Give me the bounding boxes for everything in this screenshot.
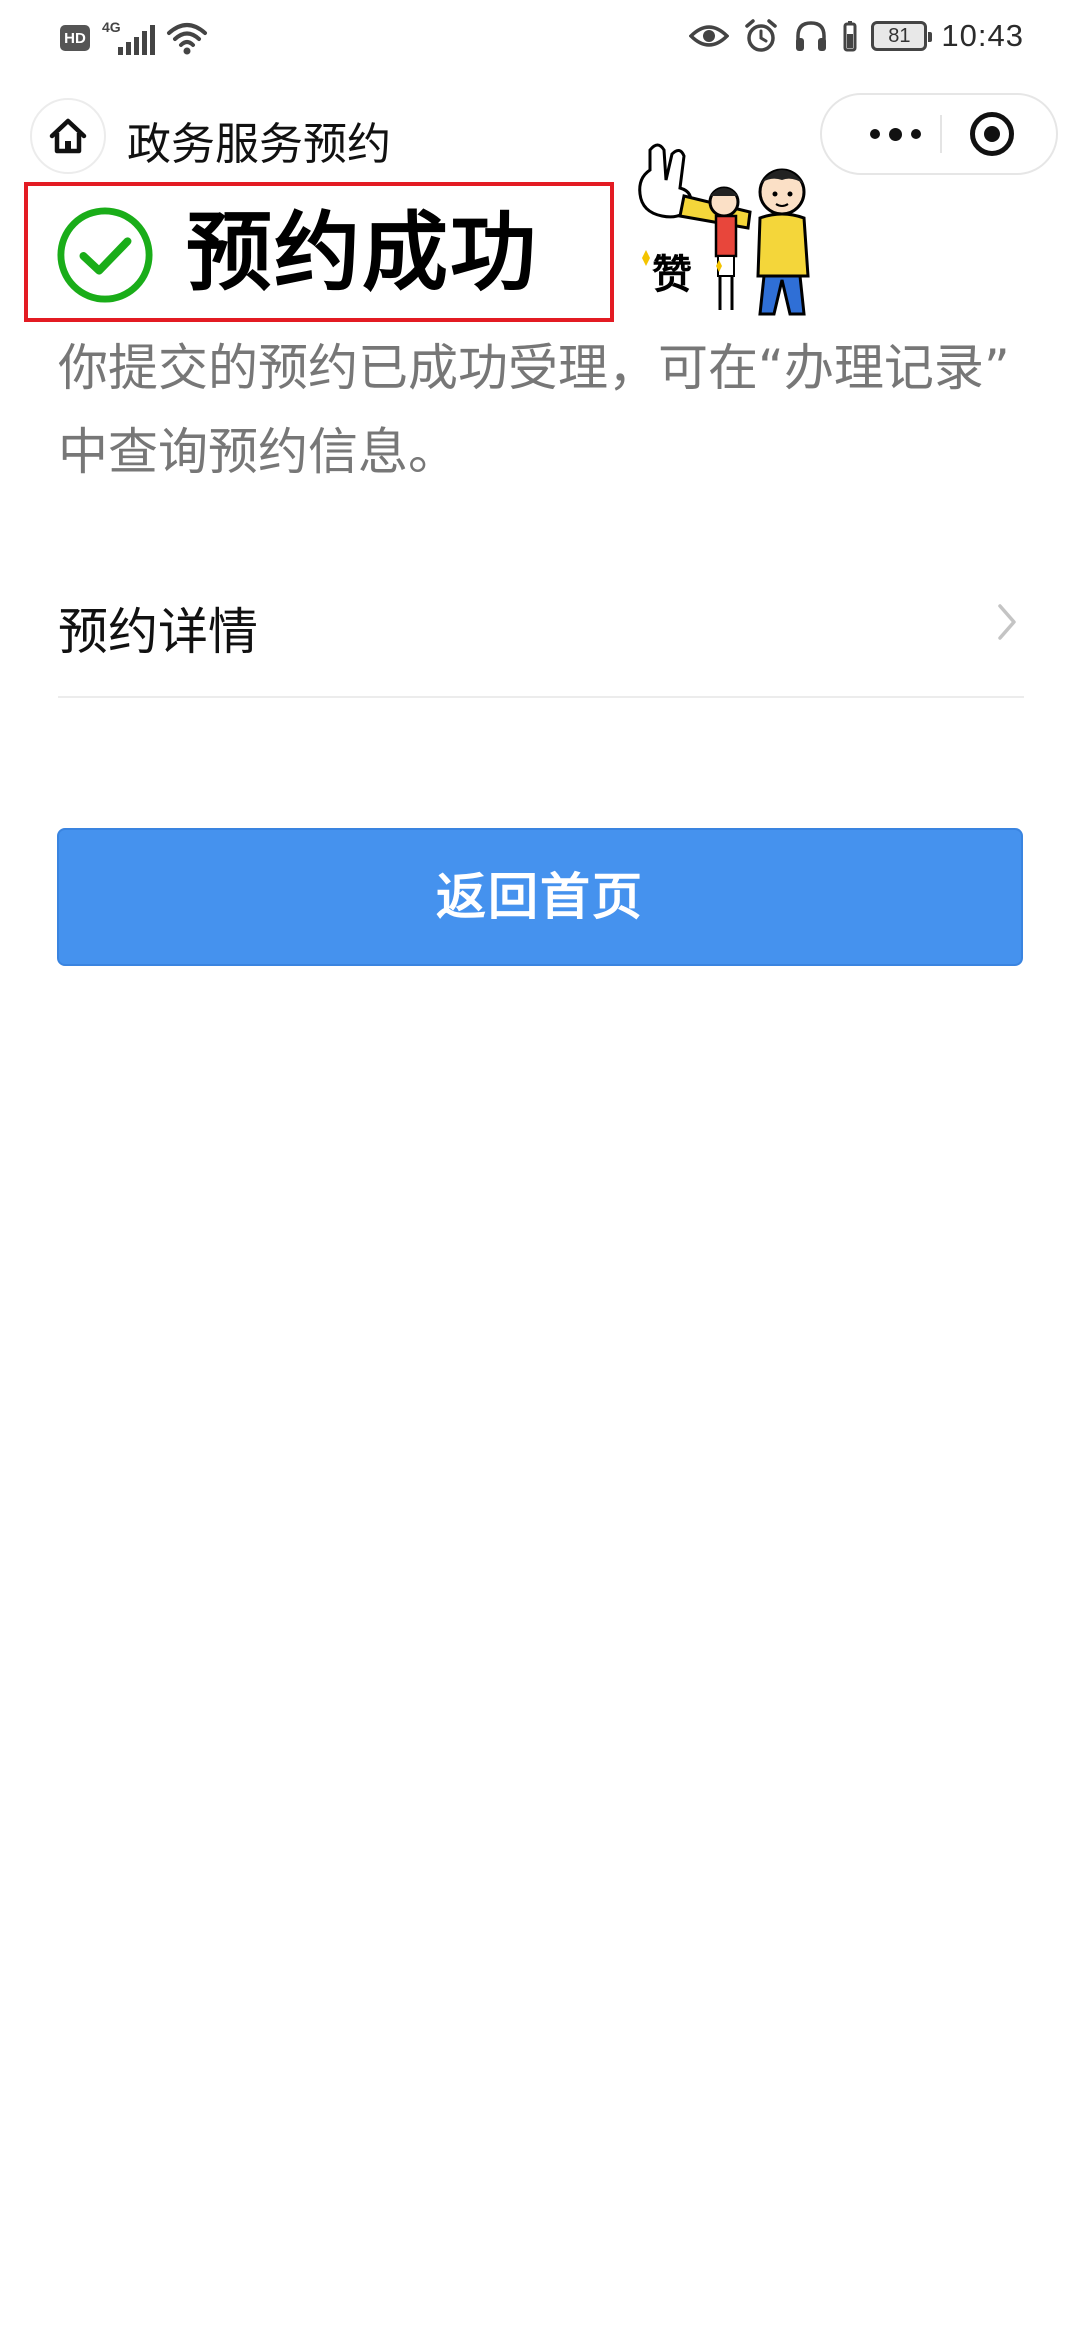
home-button[interactable] (30, 98, 106, 174)
miniprogram-capsule (820, 93, 1058, 175)
status-bar: HD 4G 81 10:43 (0, 0, 1080, 80)
home-icon (49, 118, 87, 154)
back-home-button[interactable]: 返回首页 (57, 828, 1023, 966)
page: HD 4G 81 10:43 政务服务预约 预约成功 赞 你提交的预约已成功受理… (0, 0, 1080, 2340)
appointment-detail-row[interactable]: 预约详情 (58, 578, 1024, 698)
success-check-icon (57, 207, 153, 303)
battery-small-icon (843, 21, 857, 52)
success-message-line-2: 中查询预约信息。 (58, 423, 458, 481)
chevron-right-icon (998, 604, 1016, 640)
status-right: 81 10:43 (689, 14, 1024, 58)
thumbs-up-sticker: 赞 (632, 140, 828, 324)
wifi-icon (167, 23, 207, 55)
success-message-line-1: 你提交的预约已成功受理，可在“办理记录” (58, 339, 1010, 397)
more-dots-icon[interactable] (852, 95, 938, 173)
status-left: HD 4G (60, 18, 208, 58)
alarm-icon (745, 19, 778, 52)
success-title: 预约成功 (186, 203, 538, 303)
eye-icon (689, 25, 730, 47)
sticker-label: 赞 (652, 252, 692, 298)
appointment-detail-label: 预约详情 (58, 603, 258, 661)
success-message: 你提交的预约已成功受理，可在“办理记录” 中查询预约信息。 (58, 326, 1038, 494)
headphones-icon (796, 21, 827, 51)
hd-badge: HD (60, 25, 90, 51)
status-time: 10:43 (941, 18, 1024, 53)
capsule-divider (940, 115, 942, 153)
page-title: 政务服务预约 (127, 119, 391, 170)
battery-icon: 81 (871, 21, 933, 51)
success-highlight-box: 预约成功 (24, 182, 614, 322)
miniprogram-close-icon[interactable] (970, 112, 1014, 156)
signal-icon: 4G (102, 19, 155, 55)
